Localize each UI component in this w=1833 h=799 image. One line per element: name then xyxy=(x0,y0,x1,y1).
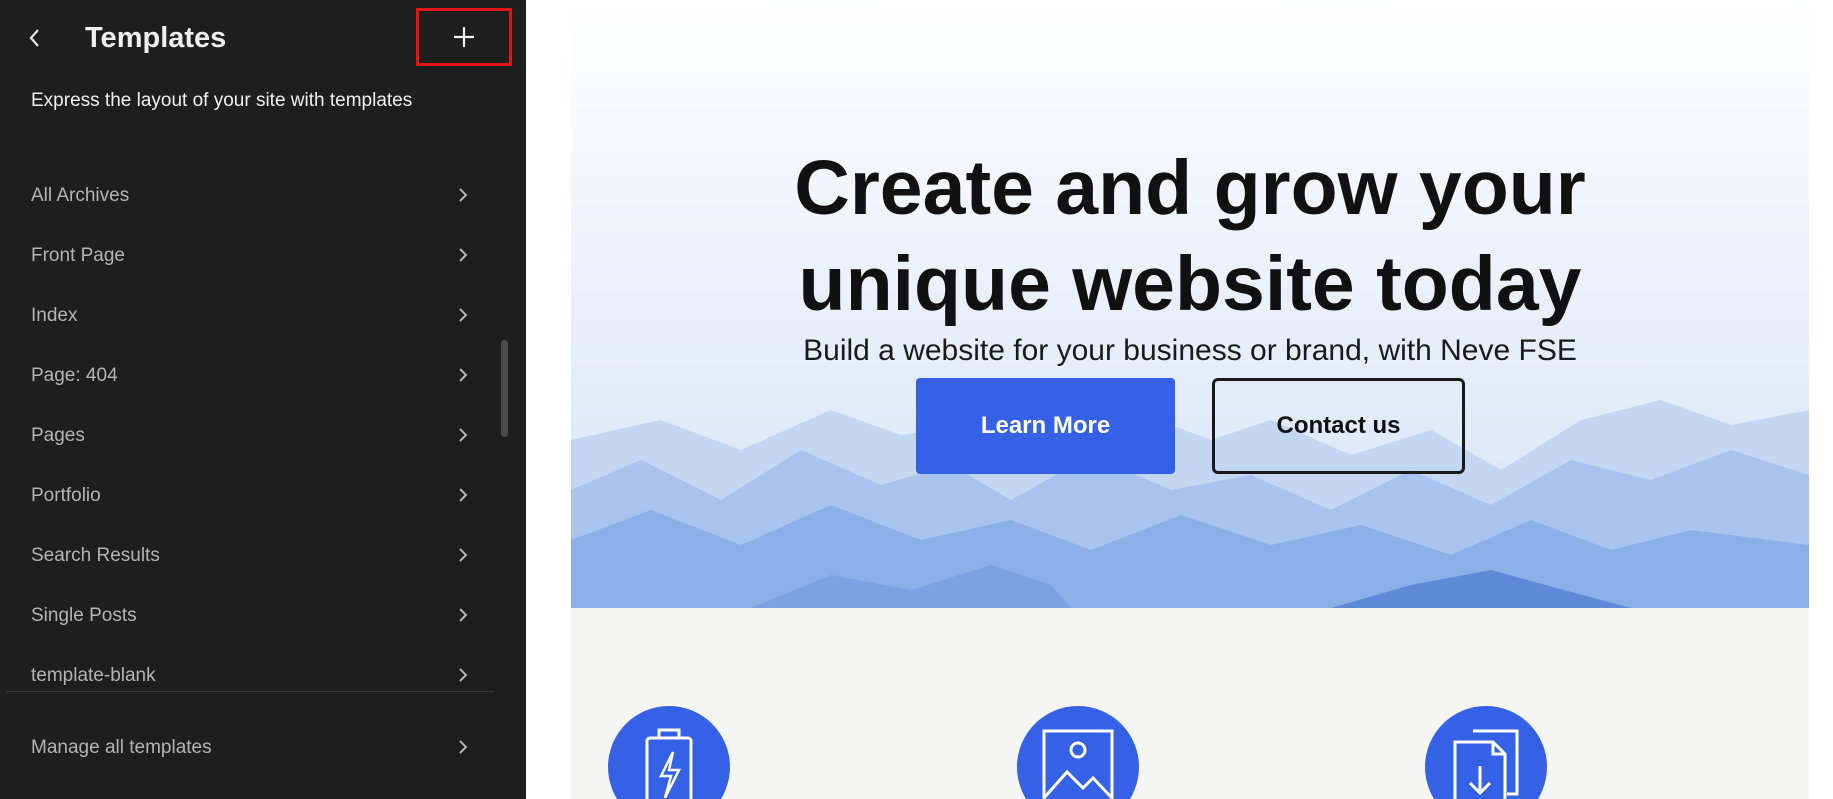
hero-heading: Create and grow your unique website toda… xyxy=(571,140,1809,332)
chevron-left-icon xyxy=(29,29,39,47)
chevron-right-icon xyxy=(459,188,468,202)
template-item-label: Page: 404 xyxy=(31,365,118,386)
templates-sidebar: Templates Express the layout of your sit… xyxy=(0,0,526,799)
back-button[interactable] xyxy=(20,20,48,56)
template-item-label: Search Results xyxy=(31,545,160,566)
chevron-right-icon xyxy=(459,740,468,754)
template-item-label: template-blank xyxy=(31,665,156,686)
template-item-page-404[interactable]: Page: 404 xyxy=(0,346,526,406)
chevron-right-icon xyxy=(459,248,468,262)
page-title: Templates xyxy=(85,22,227,54)
template-item-front-page[interactable]: Front Page xyxy=(0,226,526,286)
add-template-button[interactable] xyxy=(416,8,512,66)
sidebar-description: Express the layout of your site with tem… xyxy=(31,90,413,111)
document-download-icon xyxy=(1453,729,1519,799)
mountains-illustration xyxy=(571,400,1809,608)
plus-icon xyxy=(454,27,474,47)
hero-heading-line-1: Create and grow your xyxy=(794,145,1586,231)
chevron-right-icon xyxy=(459,428,468,442)
template-list: All Archives Front Page Index Page: 404 … xyxy=(0,166,526,706)
manage-all-templates-link[interactable]: Manage all templates xyxy=(0,718,526,778)
chevron-right-icon xyxy=(459,308,468,322)
chevron-right-icon xyxy=(459,608,468,622)
template-item-search-results[interactable]: Search Results xyxy=(0,526,526,586)
template-item-label: Pages xyxy=(31,425,85,446)
template-item-pages[interactable]: Pages xyxy=(0,406,526,466)
hero-section: Create and grow your unique website toda… xyxy=(571,0,1809,608)
manage-all-templates-label: Manage all templates xyxy=(31,737,212,758)
template-item-all-archives[interactable]: All Archives xyxy=(0,166,526,226)
feature-circle-download xyxy=(1425,706,1547,799)
chevron-right-icon xyxy=(459,488,468,502)
template-item-label: All Archives xyxy=(31,185,130,206)
site-preview[interactable]: Create and grow your unique website toda… xyxy=(571,0,1809,799)
hero-subtitle: Build a website for your business or bra… xyxy=(803,334,1577,367)
template-item-single-posts[interactable]: Single Posts xyxy=(0,586,526,646)
chevron-right-icon xyxy=(459,548,468,562)
template-item-label: Portfolio xyxy=(31,485,101,506)
contact-us-button[interactable]: Contact us xyxy=(1212,378,1465,474)
template-item-template-blank[interactable]: template-blank xyxy=(0,646,526,706)
chevron-right-icon xyxy=(459,368,468,382)
template-item-index[interactable]: Index xyxy=(0,286,526,346)
template-item-portfolio[interactable]: Portfolio xyxy=(0,466,526,526)
battery-bolt-icon xyxy=(645,728,693,799)
chevron-right-icon xyxy=(459,668,468,682)
hero-heading-line-2: unique website today xyxy=(798,241,1582,327)
learn-more-button[interactable]: Learn More xyxy=(916,378,1175,474)
image-icon xyxy=(1042,729,1114,799)
feature-circle-energy xyxy=(608,706,730,799)
list-divider xyxy=(6,691,494,692)
feature-circle-image xyxy=(1017,706,1139,799)
sidebar-scrollbar[interactable] xyxy=(501,340,508,437)
template-item-label: Index xyxy=(31,305,78,326)
template-item-label: Front Page xyxy=(31,245,125,266)
template-item-label: Single Posts xyxy=(31,605,137,626)
